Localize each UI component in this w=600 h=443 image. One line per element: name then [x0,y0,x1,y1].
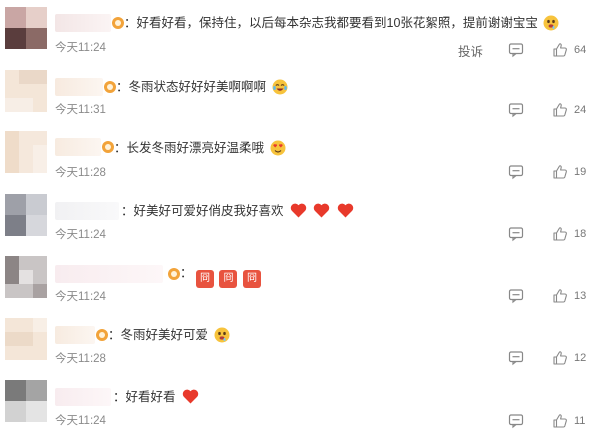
like-count: 13 [574,290,587,302]
comment-text: ：长发冬雨好漂亮好温柔哦 [114,139,286,157]
like-count: 19 [574,166,587,178]
comment-time: 今天11:31 [55,104,106,116]
reply-icon[interactable] [508,288,524,304]
avatar[interactable] [5,7,47,49]
comment-item: ：冬雨好美好可爱 今天11:28 12 [0,314,600,372]
username-blurred[interactable] [55,202,119,220]
comment-item: ：长发冬雨好漂亮好温柔哦 今天11:28 19 [0,128,600,186]
reply-icon[interactable] [508,102,524,118]
comment-item: ：好美好可爱好俏皮我好喜欢 今天11:24 18 [0,190,600,248]
vip-badge-icon [104,81,116,93]
username-blurred[interactable] [55,14,111,32]
like-count: 18 [574,228,587,240]
comment-time: 今天11:24 [55,42,106,54]
avatar[interactable] [5,380,47,422]
sticker-icon: 冏 [196,270,214,288]
heart-eyes-face-icon [270,140,285,156]
comment-text: ：好看好看 [113,388,199,406]
thumbs-up-icon[interactable] [552,288,568,304]
comment-item: ： 冏 冏 冏 今天11:24 13 [0,252,600,310]
comment-text: ：冬雨好美好可爱 [108,326,230,344]
avatar[interactable] [5,256,47,298]
comment-item: ：冬雨状态好好好美啊啊啊 今天11:31 24 [0,66,600,124]
comment-text: ：好看好看，保持住，以后每本杂志我都要看到10张花絮照，提前谢谢宝宝 [124,14,559,32]
comment-time: 今天11:24 [55,415,106,427]
comment-body: ： [180,266,193,280]
comment-item: ：好看好看 今天11:24 11 [0,376,600,440]
reply-icon[interactable] [508,164,524,180]
reply-icon[interactable] [508,226,524,242]
username-blurred[interactable] [55,388,111,406]
username-blurred[interactable] [55,78,103,96]
comment-body: ：冬雨好美好可爱 [108,328,209,342]
comment-time: 今天11:28 [55,353,106,365]
reply-icon[interactable] [508,350,524,366]
like-count: 64 [574,44,587,56]
red-heart-icon [314,203,330,218]
red-heart-icon [182,389,199,404]
comment-body: ：好看好看，保持住，以后每本杂志我都要看到10张花絮照，提前谢谢宝宝 [124,16,538,30]
comment-item: ：好看好看，保持住，以后每本杂志我都要看到10张花絮照，提前谢谢宝宝 今天11:… [0,4,600,62]
sticker-icon: 冏 [242,270,261,288]
comment-text: ：好美好可爱好俏皮我好喜欢 [121,202,354,220]
username-blurred[interactable] [55,265,163,283]
thumbs-up-icon[interactable] [552,350,568,366]
comment-body: ：长发冬雨好漂亮好温柔哦 [114,141,265,155]
avatar[interactable] [5,131,47,173]
comment-body: ：冬雨状态好好好美啊啊啊 [116,80,267,94]
thumbs-up-icon[interactable] [552,413,568,429]
thumbs-up-icon[interactable] [552,164,568,180]
comment-time: 今天11:28 [55,167,106,179]
comment-body: ：好看好看 [113,390,176,404]
comment-time: 今天11:24 [55,229,106,241]
like-count: 12 [574,352,587,364]
report-button[interactable]: 投诉 [458,41,483,60]
username-blurred[interactable] [55,138,101,156]
vip-badge-icon [168,268,180,280]
crying-laughing-face-icon [272,79,287,95]
like-count: 24 [574,104,587,116]
red-heart-icon [290,203,307,218]
comment-time: 今天11:24 [55,291,106,303]
comment-body: ：好美好可爱好俏皮我好喜欢 [121,204,284,218]
comment-text: ： 冏 冏 冏 [180,264,263,288]
vip-badge-icon [112,17,124,29]
thumbs-up-icon[interactable] [552,226,568,242]
reply-icon[interactable] [508,42,524,58]
sticker-icon: 冏 [219,270,238,288]
username-blurred[interactable] [55,326,95,344]
avatar[interactable] [5,318,47,360]
red-heart-icon [337,203,354,218]
comment-text: ：冬雨状态好好好美啊啊啊 [116,78,288,96]
thumbs-up-icon[interactable] [552,102,568,118]
avatar[interactable] [5,70,47,112]
drooling-face-icon [543,15,559,31]
avatar[interactable] [5,194,47,236]
reply-icon[interactable] [508,413,524,429]
vip-badge-icon [102,141,114,153]
vip-badge-icon [96,329,108,341]
drooling-face-icon [214,327,229,343]
thumbs-up-icon[interactable] [552,42,568,58]
like-count: 11 [574,415,586,427]
